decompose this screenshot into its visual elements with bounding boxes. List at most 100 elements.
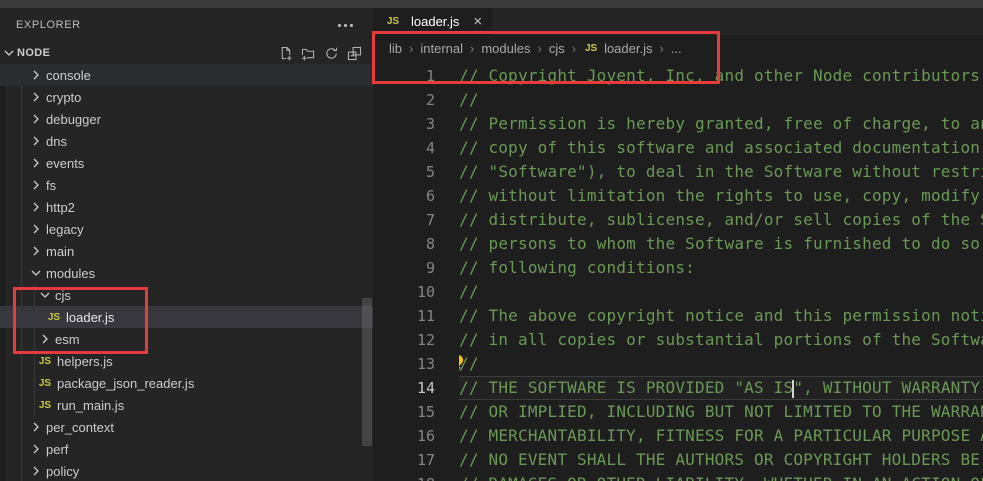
code-line-5[interactable]: 5// "Software"), to deal in the Software…: [373, 160, 983, 184]
text-cursor: [792, 380, 794, 398]
code-line-8[interactable]: 8// persons to whom the Software is furn…: [373, 232, 983, 256]
breadcrumb-item--[interactable]: ...: [671, 41, 682, 56]
breadcrumb: lib›internal›modules›cjs›JSloader.js›...: [373, 35, 983, 62]
breadcrumb-label: modules: [481, 41, 530, 56]
js-file-icon: JS: [37, 400, 53, 411]
explorer-header: EXPLORER: [0, 8, 373, 42]
tree-item-package-json-reader-js[interactable]: JS package_json_reader.js: [0, 372, 373, 394]
tree-item-debugger[interactable]: debugger: [0, 108, 373, 130]
code-line-9[interactable]: 9// following conditions:: [373, 256, 983, 280]
breadcrumb-item-lib[interactable]: lib: [389, 41, 402, 56]
line-number: 18: [373, 475, 435, 481]
file-tree: console crypto debuggerdns events fs http2 leg…: [0, 64, 373, 481]
vscode-window: EXPLORER NODE console crypto debuggerdns ev…: [0, 0, 983, 481]
collapse-all-icon[interactable]: [345, 44, 363, 62]
code-line-3[interactable]: 3// Permission is hereby granted, free o…: [373, 112, 983, 136]
tree-item-events[interactable]: events: [0, 152, 373, 174]
more-actions-icon[interactable]: [334, 20, 357, 31]
tree-item-label: policy: [46, 464, 79, 479]
line-text: // OR IMPLIED, INCLUDING BUT NOT LIMITED…: [459, 400, 983, 424]
tree-item-console[interactable]: console: [0, 64, 373, 86]
tree-item-per-context[interactable]: per_context: [0, 416, 373, 438]
line-text: // without limitation the rights to use,…: [459, 184, 983, 208]
code-line-15[interactable]: 15// OR IMPLIED, INCLUDING BUT NOT LIMIT…: [373, 400, 983, 424]
tree-item-cjs[interactable]: cjs: [0, 284, 373, 306]
tree-item-run-main-js[interactable]: JSrun_main.js: [0, 394, 373, 416]
line-number: 10: [373, 283, 435, 301]
line-text: // distribute, sublicense, and/or sell c…: [459, 208, 983, 232]
tree-item-label: crypto: [46, 90, 81, 105]
tree-item-modules[interactable]: modules: [0, 262, 373, 284]
tab-loader-js[interactable]: JS loader.js ×: [373, 8, 492, 35]
new-folder-icon[interactable]: [299, 44, 317, 62]
line-text: //: [459, 88, 983, 112]
breadcrumb-label: lib: [389, 41, 402, 56]
explorer-title: EXPLORER: [16, 19, 81, 31]
code-line-1[interactable]: 1// Copyright Joyent, Inc. and other Nod…: [373, 64, 983, 88]
breadcrumb-item-loader-js[interactable]: JSloader.js: [583, 41, 652, 56]
chevron-right-icon: [28, 177, 44, 193]
title-bar: [0, 0, 983, 8]
line-text: // in all copies or substantial portions…: [459, 328, 983, 352]
refresh-icon[interactable]: [322, 44, 340, 62]
tree-item-legacy[interactable]: legacy: [0, 218, 373, 240]
editor-group: JS loader.js × lib›internal›modules›cjs›…: [373, 8, 983, 481]
close-icon[interactable]: ×: [473, 14, 482, 29]
section-header-node[interactable]: NODE: [0, 42, 373, 64]
js-file-icon: JS: [583, 43, 599, 54]
tab-bar: JS loader.js ×: [373, 8, 983, 35]
code-line-2[interactable]: 2 //: [373, 88, 983, 112]
tree-item-label: events: [46, 156, 84, 171]
line-text: //: [459, 280, 983, 304]
tree-item-main[interactable]: main: [0, 240, 373, 262]
breadcrumb-separator: ›: [409, 41, 413, 56]
chevron-down-icon: [1, 45, 17, 61]
chevron-right-icon: [28, 199, 44, 215]
chevron-down-icon: [28, 265, 44, 281]
breadcrumb-item-cjs[interactable]: cjs: [549, 41, 565, 56]
chevron-right-icon: [28, 67, 44, 83]
tree-item-label: fs: [46, 178, 56, 193]
code-line-7[interactable]: 7// distribute, sublicense, and/or sell …: [373, 208, 983, 232]
line-text: // MERCHANTABILITY, FITNESS FOR A PARTIC…: [459, 424, 983, 448]
code-line-10[interactable]: 10 //: [373, 280, 983, 304]
tree-item-label: main: [46, 244, 74, 259]
tree-item-dns[interactable]: dns: [0, 130, 373, 152]
breadcrumb-item-modules[interactable]: modules: [481, 41, 530, 56]
tree-item-crypto[interactable]: crypto: [0, 86, 373, 108]
breadcrumb-item-internal[interactable]: internal: [420, 41, 463, 56]
tree-item-policy[interactable]: policy: [0, 460, 373, 481]
code-line-13[interactable]: 13//: [373, 352, 983, 376]
code-line-6[interactable]: 6// without limitation the rights to use…: [373, 184, 983, 208]
code-line-18[interactable]: 18// DAMAGES OR OTHER LIABILITY, WHETHER…: [373, 472, 983, 481]
tree-item-fs[interactable]: fs: [0, 174, 373, 196]
tree-item-label: esm: [55, 332, 80, 347]
chevron-right-icon: [28, 221, 44, 237]
tree-item-label: package_json_reader.js: [57, 376, 194, 391]
code-line-17[interactable]: 17// NO EVENT SHALL THE AUTHORS OR COPYR…: [373, 448, 983, 472]
tree-item-helpers-js[interactable]: JShelpers.js: [0, 350, 373, 372]
code-line-14[interactable]: 14// THE SOFTWARE IS PROVIDED "AS IS", W…: [373, 376, 983, 400]
breadcrumb-separator: ›: [537, 41, 541, 56]
line-text: // persons to whom the Software is furni…: [459, 232, 983, 256]
chevron-down-icon: [37, 287, 53, 303]
lightbulb-icon[interactable]: [459, 354, 466, 372]
line-text: // The above copyright notice and this p…: [459, 304, 983, 328]
tree-item-esm[interactable]: esm: [0, 328, 373, 350]
line-number: 4: [373, 139, 435, 157]
tree-item-label: http2: [46, 200, 75, 215]
code-line-4[interactable]: 4// copy of this software and associated…: [373, 136, 983, 160]
js-file-icon: JS: [37, 378, 53, 389]
code-line-16[interactable]: 16// MERCHANTABILITY, FITNESS FOR A PART…: [373, 424, 983, 448]
tree-item-http2[interactable]: http2: [0, 196, 373, 218]
code-line-11[interactable]: 11// The above copyright notice and this…: [373, 304, 983, 328]
sidebar-scrollbar[interactable]: [362, 298, 372, 446]
line-number: 1: [373, 67, 435, 85]
tree-item-perf[interactable]: perf: [0, 438, 373, 460]
tree-item-loader-js[interactable]: JSloader.js: [0, 306, 373, 328]
line-number: 9: [373, 259, 435, 277]
new-file-icon[interactable]: [276, 44, 294, 62]
line-number: 2: [373, 91, 435, 109]
code-editor[interactable]: 1// Copyright Joyent, Inc. and other Nod…: [373, 62, 983, 481]
code-line-12[interactable]: 12// in all copies or substantial portio…: [373, 328, 983, 352]
